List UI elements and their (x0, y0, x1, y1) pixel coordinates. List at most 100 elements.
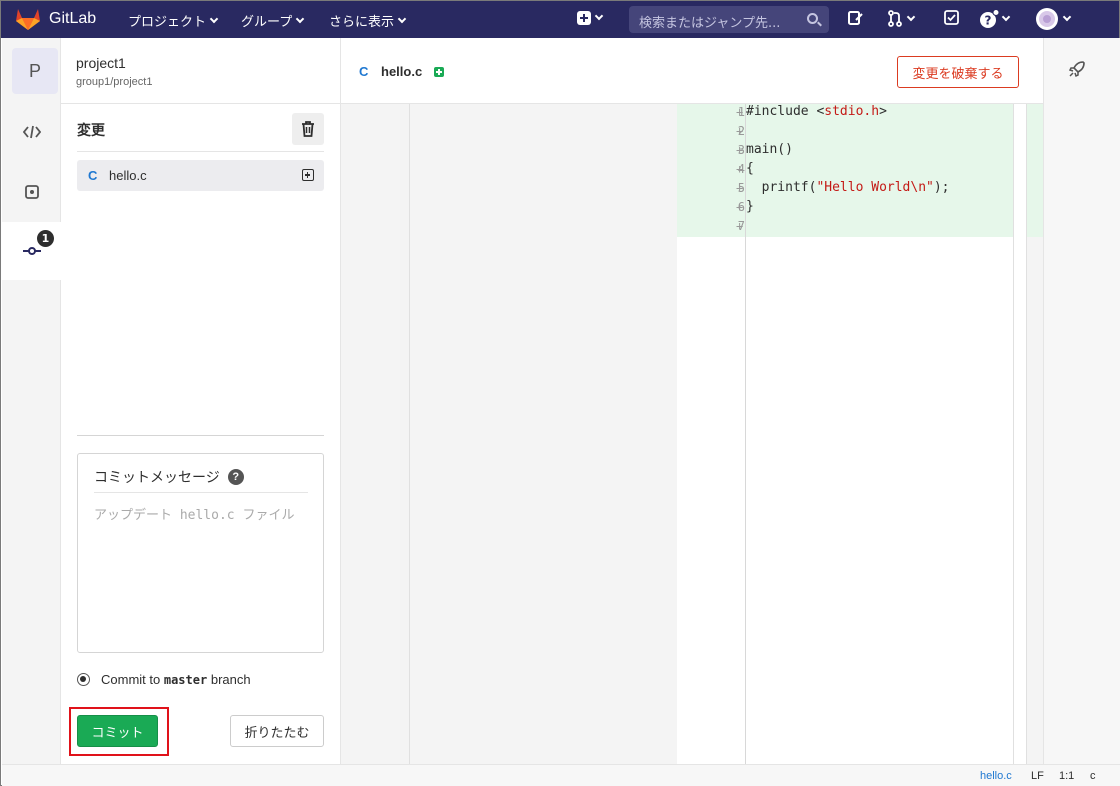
code-line[interactable]: 6 +} (677, 199, 1013, 218)
overview-ruler (1027, 104, 1043, 237)
chevron-down-icon (1001, 12, 1011, 22)
divider (77, 435, 324, 436)
todos-button[interactable] (944, 10, 959, 29)
chevron-down-icon (906, 12, 916, 21)
project-name[interactable]: project1 (76, 55, 126, 71)
commit-target-option[interactable]: Commit to master branch (77, 672, 251, 687)
code-line[interactable]: 4 +{ (677, 161, 1013, 180)
commit-message-header: コミットメッセージ ? (94, 467, 244, 487)
commit-button[interactable]: コミット (77, 715, 158, 747)
nav-groups-dropdown[interactable]: グループ (241, 11, 305, 30)
editor-tab-filename[interactable]: hello.c (381, 64, 422, 79)
merge-request-icon (888, 10, 902, 27)
commit-target-prefix: Commit to (101, 672, 161, 687)
help-circle-icon: ? (980, 9, 999, 28)
file-added-icon (434, 67, 444, 77)
code-text: #include <stdio.h> (746, 104, 887, 119)
code-text: } (746, 199, 754, 214)
help-dropdown[interactable]: ? (979, 9, 1011, 29)
commit-message-label: コミットメッセージ (94, 469, 220, 485)
commit-icon (23, 247, 41, 255)
commit-target-suffix: branch (210, 672, 251, 687)
merge-requests-dropdown[interactable] (887, 10, 916, 27)
chevron-down-icon (594, 11, 604, 21)
file-review-icon (24, 185, 39, 199)
gitlab-logo-icon (16, 9, 40, 30)
added-marker: + (736, 162, 744, 176)
rocket-icon (1068, 61, 1085, 78)
divider (409, 104, 410, 764)
code-text: printf("Hello World\n"); (746, 180, 950, 195)
chevron-down-icon (295, 14, 305, 23)
nav-projects-dropdown[interactable]: プロジェクト (128, 11, 219, 30)
code-line[interactable]: 5 + printf("Hello World\n"); (677, 180, 1013, 199)
added-marker: + (736, 143, 744, 157)
nav-more-label: さらに表示 (329, 15, 395, 30)
commit-count-badge: 1 (37, 230, 54, 247)
search-placeholder: 検索またはジャンプ先... (639, 16, 781, 31)
pipelines-button[interactable] (1068, 60, 1086, 82)
code-text: { (746, 161, 754, 176)
added-marker: + (736, 219, 744, 233)
chevron-down-icon (397, 14, 407, 23)
plus-square-icon (577, 11, 591, 25)
code-icon (22, 125, 41, 139)
commit-message-input[interactable] (94, 504, 316, 634)
user-menu-dropdown[interactable] (1035, 7, 1072, 31)
status-eol: LF (1031, 770, 1044, 782)
trash-icon (302, 121, 314, 137)
code-line[interactable]: 1 + #include <stdio.h> (677, 104, 1013, 123)
status-language: c (1090, 770, 1096, 782)
nav-more-dropdown[interactable]: さらに表示 (329, 11, 407, 30)
added-marker: + (736, 181, 744, 195)
new-item-dropdown[interactable] (577, 11, 604, 25)
code-line[interactable]: 2 + (677, 123, 1013, 142)
right-sidebar (1043, 38, 1120, 764)
scrollbar[interactable] (1013, 104, 1027, 764)
search-input[interactable]: 検索またはジャンプ先... (629, 6, 829, 33)
search-icon (807, 13, 818, 24)
diff-editor[interactable]: 1 + #include <stdio.h> 2 + 3 + main() 4 +{ 5 + … (341, 104, 1043, 764)
ide-activity-bar: P 1 (2, 38, 62, 764)
chevron-down-icon (1062, 12, 1072, 22)
added-marker: + (736, 200, 744, 214)
issues-button[interactable] (847, 10, 863, 30)
collapse-button[interactable]: 折りたたむ (230, 715, 324, 747)
c-file-icon: C (359, 64, 369, 79)
divider (77, 151, 324, 152)
issues-icon (848, 11, 863, 25)
nav-projects-label: プロジェクト (128, 15, 207, 30)
added-marker: + (736, 105, 744, 119)
edit-mode-button[interactable] (2, 103, 61, 161)
discard-all-button[interactable] (292, 113, 324, 145)
brand-name: GitLab (49, 10, 97, 27)
code-line[interactable]: 7 + (677, 218, 1013, 237)
todo-check-icon (944, 10, 959, 25)
review-mode-button[interactable] (2, 163, 61, 221)
changed-file-name: hello.c (109, 168, 147, 183)
discard-changes-button[interactable]: 変更を破棄する (897, 56, 1019, 88)
commit-target-label: Commit to master branch (101, 672, 251, 687)
status-file-link[interactable]: hello.c (980, 770, 1012, 782)
project-avatar[interactable]: P (12, 48, 58, 94)
status-cursor-position: 1:1 (1059, 770, 1075, 782)
c-file-icon: C (88, 168, 98, 183)
radio-selected-icon[interactable] (77, 673, 90, 686)
commit-message-box: コミットメッセージ ? (77, 453, 324, 653)
help-icon[interactable]: ? (227, 469, 244, 485)
commit-mode-button[interactable]: 1 (2, 222, 62, 280)
top-navbar: GitLab プロジェクト グループ さらに表示 検索またはジャンプ先... ? (1, 1, 1119, 38)
project-path: group1/project1 (76, 76, 153, 88)
chevron-down-icon (209, 14, 219, 23)
gitlab-home-link[interactable]: GitLab (15, 7, 96, 31)
nav-groups-label: グループ (241, 15, 293, 30)
code-line[interactable]: 3 + main() (677, 142, 1013, 161)
avatar (1036, 8, 1058, 30)
divider (94, 492, 308, 493)
changed-file-item[interactable]: C hello.c (77, 160, 324, 191)
file-added-icon (302, 169, 314, 181)
branch-name: master (163, 673, 208, 687)
changes-title: 変更 (77, 122, 105, 138)
added-marker: + (736, 124, 744, 138)
code-text: main() (746, 142, 793, 157)
